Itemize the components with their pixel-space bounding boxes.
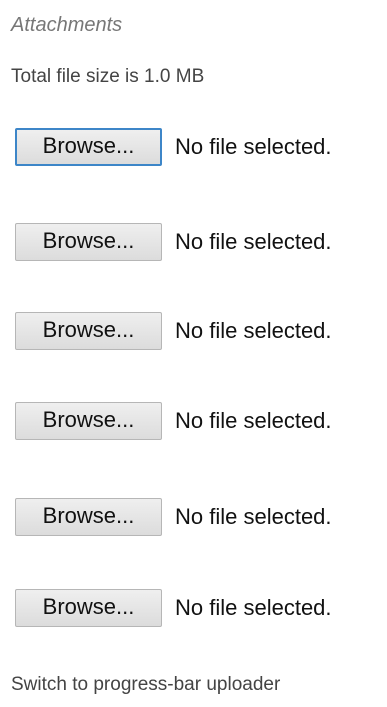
file-status-5: No file selected. xyxy=(175,504,332,529)
browse-button-3[interactable]: Browse... xyxy=(15,312,162,350)
file-input-row-1: Browse... No file selected. xyxy=(15,127,332,167)
browse-button-2[interactable]: Browse... xyxy=(15,223,162,261)
browse-button-5[interactable]: Browse... xyxy=(15,498,162,536)
file-input-row-6: Browse... No file selected. xyxy=(15,588,332,628)
file-input-row-3: Browse... No file selected. xyxy=(15,311,332,351)
switch-uploader-link[interactable]: Switch to progress-bar uploader xyxy=(11,674,280,696)
file-status-2: No file selected. xyxy=(175,229,332,254)
file-status-1: No file selected. xyxy=(175,134,332,159)
attachments-title: Attachments xyxy=(11,14,123,36)
file-input-row-4: Browse... No file selected. xyxy=(15,401,332,441)
browse-button-4[interactable]: Browse... xyxy=(15,402,162,440)
browse-button-6[interactable]: Browse... xyxy=(15,589,162,627)
browse-button-1[interactable]: Browse... xyxy=(15,128,162,166)
file-status-4: No file selected. xyxy=(175,408,332,433)
total-file-size: Total file size is 1.0 MB xyxy=(11,66,205,87)
file-status-6: No file selected. xyxy=(175,595,332,620)
file-input-row-5: Browse... No file selected. xyxy=(15,497,332,537)
file-input-row-2: Browse... No file selected. xyxy=(15,222,332,262)
file-status-3: No file selected. xyxy=(175,318,332,343)
